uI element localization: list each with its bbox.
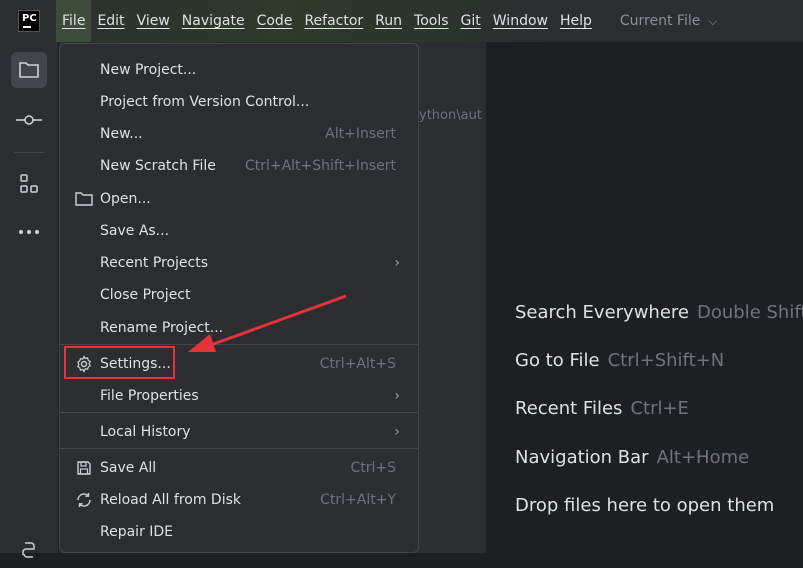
- structure-icon: [20, 174, 38, 193]
- project-tool-button[interactable]: [11, 52, 47, 88]
- menu-shortcut: Ctrl+S: [350, 460, 396, 476]
- hint-key: Double Shift: [697, 302, 803, 323]
- chevron-right-icon: ›: [394, 388, 400, 404]
- menu-label: Open...: [100, 191, 151, 207]
- save-icon: [74, 458, 94, 478]
- tool-window-strip: [0, 42, 59, 558]
- menu-label: Save As...: [100, 223, 170, 239]
- menu-tools[interactable]: Tools: [408, 0, 455, 42]
- hint-recent-files: Recent Files Ctrl+E: [515, 398, 689, 419]
- menu-shortcut: Ctrl+Alt+Shift+Insert: [244, 158, 396, 174]
- menu-file-properties[interactable]: File Properties ›: [60, 380, 418, 412]
- open-folder-icon: [74, 189, 94, 209]
- logo-text: PC: [22, 13, 37, 24]
- menu-label: File Properties: [100, 388, 199, 404]
- menu-save-all[interactable]: Save All Ctrl+S: [60, 452, 418, 484]
- menu-label: New Project...: [100, 62, 197, 78]
- menu-shortcut: Ctrl+Alt+Y: [320, 492, 396, 508]
- menu-local-history[interactable]: Local History ›: [60, 416, 418, 448]
- menu-refactor[interactable]: Refactor: [298, 0, 369, 42]
- chevron-right-icon: ›: [394, 255, 400, 271]
- more-icon: [19, 230, 39, 234]
- run-config-selector[interactable]: Current File ⌵: [614, 0, 724, 42]
- reload-icon: [74, 490, 94, 510]
- menu-label: Local History: [100, 424, 191, 440]
- menu-separator: [60, 344, 418, 345]
- tool-separator: [14, 152, 44, 153]
- menu-label: Project from Version Control...: [100, 94, 310, 110]
- menu-items: File Edit View Navigate Code Refactor Ru…: [56, 0, 723, 42]
- hint-key: Alt+Home: [656, 447, 750, 468]
- hint-key: Ctrl+E: [630, 398, 689, 419]
- hint-label: Go to File: [515, 350, 600, 371]
- menu-new-scratch-file[interactable]: New Scratch File Ctrl+Alt+Shift+Insert: [60, 150, 418, 182]
- project-path-fragment: ython\aut: [419, 108, 482, 123]
- hint-label: Drop files here to open them: [515, 495, 775, 516]
- menu-new-project[interactable]: New Project...: [60, 54, 418, 86]
- python-console-button[interactable]: [11, 532, 47, 568]
- menu-project-from-vcs[interactable]: Project from Version Control...: [60, 86, 418, 118]
- hint-key: Ctrl+Shift+N: [607, 350, 725, 371]
- structure-tool-button[interactable]: [11, 166, 47, 202]
- hint-drop-files: Drop files here to open them: [515, 495, 774, 516]
- menu-label: Close Project: [100, 287, 191, 303]
- chevron-right-icon: ›: [394, 424, 400, 440]
- editor-empty-area: Search Everywhere Double Shift Go to File…: [487, 42, 803, 553]
- menu-help[interactable]: Help: [554, 0, 598, 42]
- menu-navigate[interactable]: Navigate: [176, 0, 251, 42]
- menu-label: Repair IDE: [100, 524, 174, 540]
- menu-label: Reload All from Disk: [100, 492, 241, 508]
- menu-separator: [60, 412, 418, 413]
- folder-icon: [19, 62, 39, 78]
- hint-search-everywhere: Search Everywhere Double Shift: [515, 302, 803, 323]
- commit-icon: [16, 115, 42, 125]
- main-menubar: PC File Edit View Navigate Code Refactor…: [0, 0, 803, 42]
- chevron-down-icon: ⌵: [708, 14, 718, 28]
- file-menu-dropdown: New Project... Project from Version Cont…: [59, 43, 419, 553]
- menu-open[interactable]: Open...: [60, 183, 418, 215]
- menu-git[interactable]: Git: [455, 0, 487, 42]
- hint-label: Navigation Bar: [515, 447, 649, 468]
- menu-separator: [60, 448, 418, 449]
- menu-rename-project[interactable]: Rename Project...: [60, 312, 418, 344]
- menu-recent-projects[interactable]: Recent Projects ›: [60, 247, 418, 279]
- more-tools-button[interactable]: [11, 214, 47, 250]
- menu-window[interactable]: Window: [487, 0, 554, 42]
- menu-shortcut: Alt+Insert: [325, 126, 396, 142]
- hint-label: Search Everywhere: [515, 302, 689, 323]
- hint-go-to-file: Go to File Ctrl+Shift+N: [515, 350, 724, 371]
- menu-run[interactable]: Run: [369, 0, 408, 42]
- run-config-label: Current File: [619, 13, 701, 29]
- menu-save-as[interactable]: Save As...: [60, 215, 418, 247]
- hint-navigation-bar: Navigation Bar Alt+Home: [515, 447, 749, 468]
- menu-code[interactable]: Code: [251, 0, 299, 42]
- menu-reload-all[interactable]: Reload All from Disk Ctrl+Alt+Y: [60, 484, 418, 516]
- commit-tool-button[interactable]: [11, 102, 47, 138]
- menu-file[interactable]: File: [56, 0, 92, 42]
- menu-repair-ide[interactable]: Repair IDE: [60, 516, 418, 548]
- hint-label: Recent Files: [515, 398, 623, 419]
- menu-label: Recent Projects: [100, 255, 209, 271]
- menu-edit[interactable]: Edit: [91, 0, 130, 42]
- menu-label: New Scratch File: [100, 158, 216, 174]
- menu-label: Save All: [100, 460, 157, 476]
- menu-label: Rename Project...: [100, 320, 224, 336]
- menu-shortcut: Ctrl+Alt+S: [319, 356, 396, 372]
- menu-view[interactable]: View: [131, 0, 176, 42]
- python-icon: [22, 542, 35, 558]
- annotation-highlight-box: [64, 346, 175, 379]
- menu-new[interactable]: New... Alt+Insert: [60, 118, 418, 150]
- menu-close-project[interactable]: Close Project: [60, 279, 418, 311]
- menu-label: New...: [100, 126, 143, 142]
- pycharm-logo: PC: [18, 10, 40, 32]
